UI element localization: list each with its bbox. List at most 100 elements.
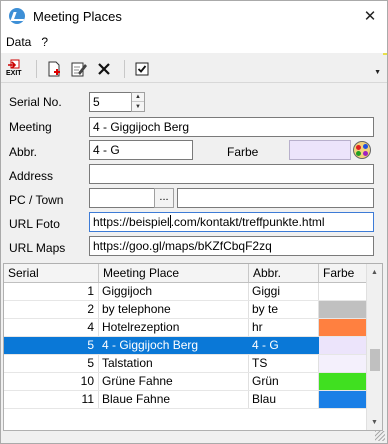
table-row[interactable]: 10 Grüne Fahne Grün xyxy=(4,373,368,391)
col-header-abbr[interactable]: Abbr. xyxy=(249,264,319,282)
cell-abbr: TS xyxy=(249,355,319,372)
spin-up-icon[interactable]: ▲ xyxy=(132,93,144,102)
toolbar-separator xyxy=(36,59,37,78)
delete-icon xyxy=(98,62,110,75)
cell-serial: 5 xyxy=(4,337,99,354)
cell-abbr: by te xyxy=(249,301,319,318)
farbe-color-box[interactable] xyxy=(289,140,351,160)
serial-spinner[interactable]: ▲ ▼ xyxy=(131,92,145,112)
scroll-down-icon[interactable]: ▼ xyxy=(367,414,382,430)
serial-field[interactable]: 5 xyxy=(89,92,132,112)
col-header-farbe[interactable]: Farbe xyxy=(319,264,368,282)
checkbox-icon xyxy=(135,62,149,75)
table-row[interactable]: 54 - Giggijoch Berg 4 - G xyxy=(4,337,368,355)
cell-farbe xyxy=(319,355,368,372)
color-swatch xyxy=(319,355,367,372)
cell-serial: 11 xyxy=(4,391,99,408)
urlmaps-label: URL Maps xyxy=(9,241,66,255)
toolbar-overflow-icon[interactable]: ▼ xyxy=(374,69,381,76)
meeting-label: Meeting xyxy=(9,120,52,134)
cell-farbe xyxy=(319,391,368,408)
serial-label: Serial No. xyxy=(9,95,62,109)
scroll-thumb[interactable] xyxy=(370,349,380,371)
color-swatch xyxy=(319,319,367,336)
cell-serial: 1 xyxy=(4,283,99,300)
cell-meeting-place: Talstation xyxy=(99,355,249,372)
delete-button[interactable] xyxy=(93,58,115,80)
scroll-up-icon[interactable]: ▲ xyxy=(367,264,382,280)
cell-meeting-place: Blaue Fahne xyxy=(99,391,249,408)
color-swatch xyxy=(319,283,367,300)
exit-label: EXIT xyxy=(6,69,22,77)
close-button[interactable]: ✕ xyxy=(359,5,381,27)
confirm-checkbox-button[interactable] xyxy=(131,58,153,80)
cell-meeting-place: Hotelrezeption xyxy=(99,319,249,336)
edit-record-button[interactable] xyxy=(68,58,90,80)
meeting-places-table: Serial Meeting Place Abbr. Farbe 1 Giggij… xyxy=(3,263,383,431)
address-field[interactable] xyxy=(89,164,374,184)
urlfoto-field[interactable]: https://beispiel.com/kontakt/treffpunkte… xyxy=(89,212,374,232)
cell-farbe xyxy=(319,373,368,390)
cell-abbr: 4 - G xyxy=(249,337,319,354)
postcode-field[interactable] xyxy=(89,188,155,208)
cell-meeting-place: Giggijoch xyxy=(99,283,249,300)
meeting-field[interactable]: 4 - Giggijoch Berg xyxy=(89,117,374,137)
cell-abbr: Grün xyxy=(249,373,319,390)
cell-abbr: hr xyxy=(249,319,319,336)
app-icon xyxy=(9,8,25,24)
spin-down-icon[interactable]: ▼ xyxy=(132,102,144,111)
cell-abbr: Blau xyxy=(249,391,319,408)
table-row[interactable]: 2 by telephone by te xyxy=(4,301,368,319)
cell-serial: 5 xyxy=(4,355,99,372)
new-record-icon xyxy=(48,61,60,76)
toolbar-separator xyxy=(124,59,125,78)
urlfoto-text-after-caret: .com/kontakt/treffpunkte.html xyxy=(170,215,325,229)
meeting-places-window: Meeting Places ✕ Data ? EXIT ▼ Serial No… xyxy=(0,0,388,444)
color-swatch xyxy=(319,301,367,318)
cell-serial: 10 xyxy=(4,373,99,390)
cell-meeting-place: Grüne Fahne xyxy=(99,373,249,390)
cell-abbr: Giggi xyxy=(249,283,319,300)
table-row[interactable]: 4 Hotelrezeption hr xyxy=(4,319,368,337)
menu-help[interactable]: ? xyxy=(36,35,53,49)
cell-farbe xyxy=(319,283,368,300)
abbr-label: Abbr. xyxy=(9,145,38,159)
cell-farbe xyxy=(319,319,368,336)
pctown-label: PC / Town xyxy=(9,193,64,207)
col-header-meeting-place[interactable]: Meeting Place xyxy=(99,264,249,282)
cell-farbe xyxy=(319,301,368,318)
vertical-scrollbar[interactable]: ▲ ▼ xyxy=(366,264,382,430)
new-record-button[interactable] xyxy=(43,58,65,80)
browse-button[interactable]: ... xyxy=(154,188,174,208)
exit-button[interactable]: EXIT xyxy=(5,58,27,80)
cell-serial: 2 xyxy=(4,301,99,318)
window-title: Meeting Places xyxy=(33,8,122,24)
toolbar: EXIT ▼ xyxy=(1,55,387,83)
address-label: Address xyxy=(9,169,54,183)
table-row[interactable]: 11 Blaue Fahne Blau xyxy=(4,391,368,409)
record-form: Serial No. 5 ▲ ▼ Meeting 4 - Giggijoch B… xyxy=(3,85,383,259)
table-header: Serial Meeting Place Abbr. Farbe xyxy=(4,264,368,283)
resize-grip-icon[interactable] xyxy=(375,431,385,441)
town-field[interactable] xyxy=(177,188,374,208)
cell-serial: 4 xyxy=(4,319,99,336)
menu-data[interactable]: Data xyxy=(1,35,36,49)
col-header-serial[interactable]: Serial xyxy=(4,264,99,282)
cell-meeting-place: by telephone xyxy=(99,301,249,318)
cell-farbe xyxy=(319,337,368,354)
edit-record-icon xyxy=(71,62,87,76)
color-swatch xyxy=(319,337,367,354)
title-bar[interactable]: Meeting Places ✕ xyxy=(1,1,387,31)
urlmaps-field[interactable]: https://goo.gl/maps/bKZfCbqF2zq xyxy=(89,236,374,256)
abbr-field[interactable]: 4 - G xyxy=(89,140,193,160)
farbe-label: Farbe xyxy=(227,145,259,159)
menu-bar: Data ? xyxy=(1,31,387,53)
table-row[interactable]: 1 Giggijoch Giggi xyxy=(4,283,368,301)
urlfoto-text-before-caret: https://beispiel xyxy=(93,215,170,229)
cell-meeting-place: 4 - Giggijoch Berg xyxy=(99,337,249,354)
color-swatch xyxy=(319,391,367,408)
table-row[interactable]: 5 Talstation TS xyxy=(4,355,368,373)
palette-icon[interactable] xyxy=(353,141,371,159)
urlfoto-label: URL Foto xyxy=(9,217,60,231)
table-body: 1 Giggijoch Giggi 2 by telephone by te 4 Hotelr… xyxy=(4,283,368,409)
